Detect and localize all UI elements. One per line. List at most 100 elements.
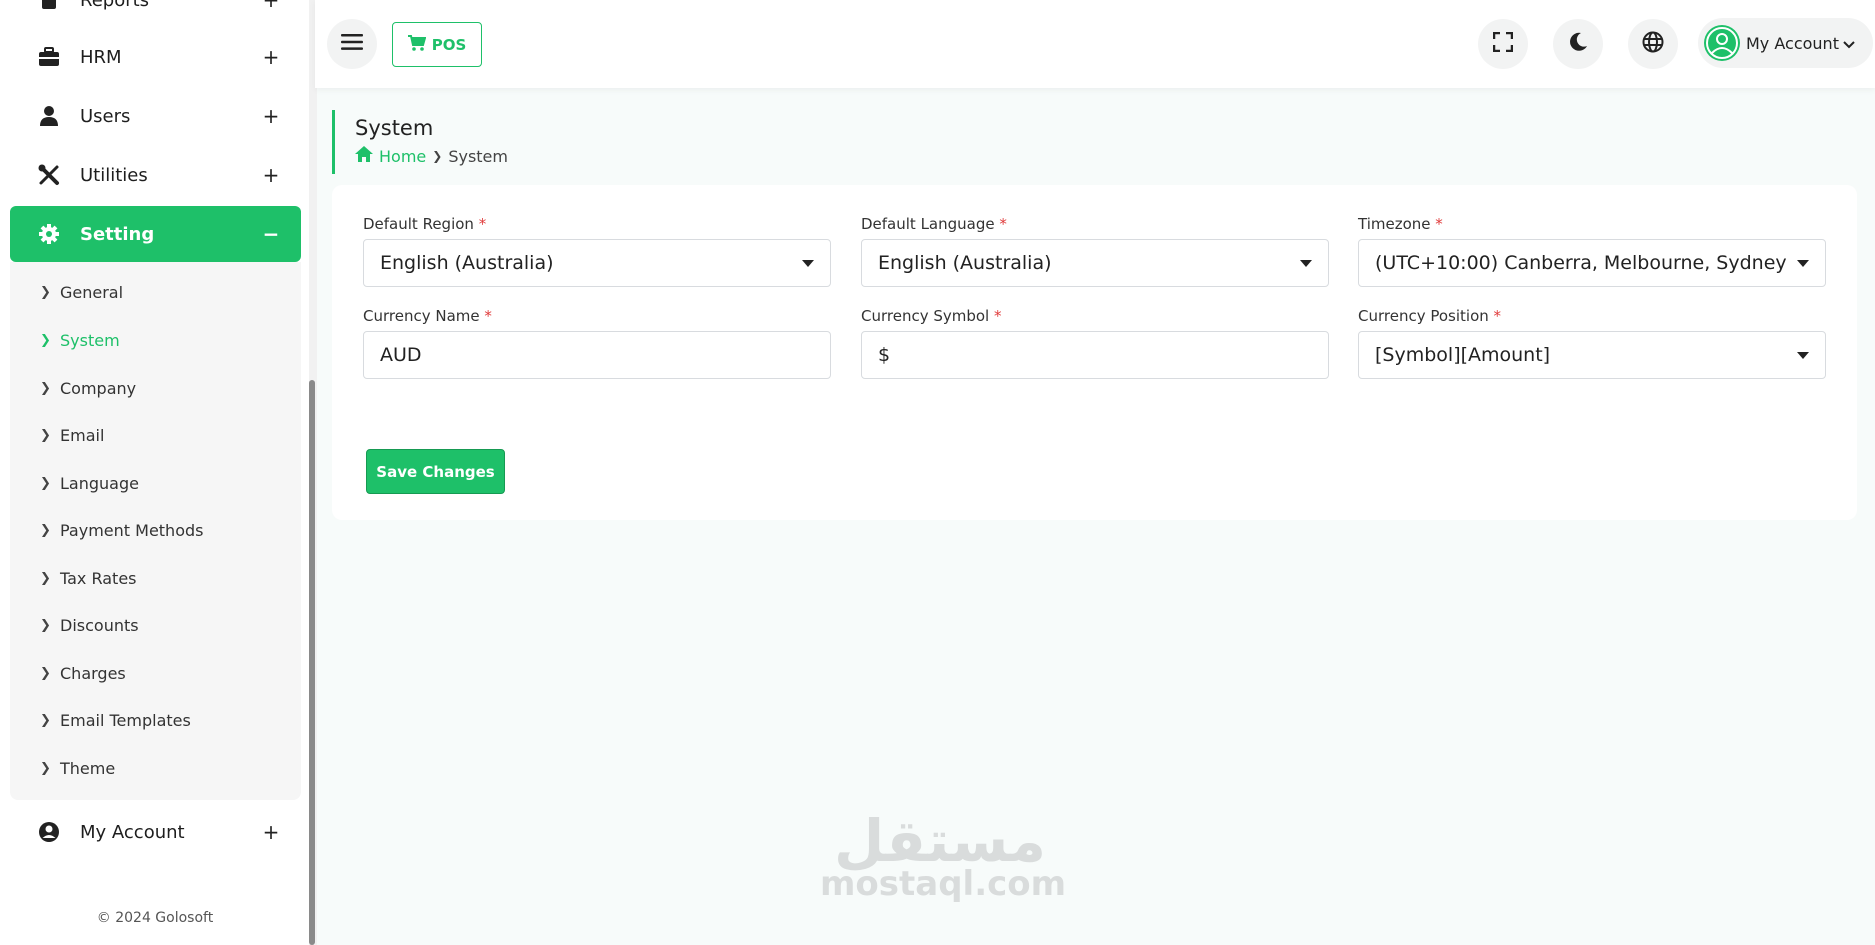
breadcrumb-home-link[interactable]: Home <box>355 146 426 166</box>
user-circle-icon <box>38 821 60 843</box>
submenu-item-general[interactable]: ❯ General <box>40 277 123 307</box>
sidebar-item-users[interactable]: Users + <box>10 88 301 144</box>
currency-name-field: Currency Name * <box>363 307 831 379</box>
currency-name-input[interactable] <box>380 344 814 366</box>
watermark: مستقل mostaql.com <box>820 807 1066 902</box>
sidebar: Reports + HRM + Users + Utilities + Sett… <box>0 0 310 945</box>
chevron-right-icon: ❯ <box>40 475 51 491</box>
page-title: System <box>355 116 434 140</box>
expand-icon[interactable]: + <box>261 163 281 187</box>
pos-label: POS <box>431 35 467 54</box>
system-settings-card: Default Region * English (Australia) Def… <box>332 185 1857 520</box>
fullscreen-icon <box>1492 31 1514 56</box>
required-mark: * <box>484 307 492 325</box>
account-label: My Account <box>1746 33 1839 53</box>
sidebar-item-hrm[interactable]: HRM + <box>10 29 301 85</box>
required-mark: * <box>1435 215 1443 233</box>
chevron-down-icon <box>1843 34 1855 53</box>
currency-position-field: Currency Position * [Symbol][Amount] <box>1358 307 1826 379</box>
cart-icon <box>407 34 427 55</box>
expand-icon[interactable]: + <box>261 45 281 69</box>
chevron-right-icon: ❯ <box>40 665 51 681</box>
timezone-field: Timezone * (UTC+10:00) Canberra, Melbour… <box>1358 215 1826 287</box>
chevron-right-icon: ❯ <box>40 380 51 396</box>
chevron-right-icon: ❯ <box>40 760 51 776</box>
field-label: Default Language * <box>861 215 1007 233</box>
sidebar-item-label: HRM <box>80 46 122 68</box>
caret-down-icon <box>1300 260 1312 267</box>
field-label: Currency Symbol * <box>861 307 1002 325</box>
globe-icon <box>1642 31 1664 57</box>
sidebar-scrollbar[interactable] <box>309 0 317 945</box>
submenu-item-discounts[interactable]: ❯ Discounts <box>40 610 139 640</box>
default-region-field: Default Region * English (Australia) <box>363 215 831 287</box>
timezone-select[interactable]: (UTC+10:00) Canberra, Melbourne, Sydney <box>1358 239 1826 287</box>
required-mark: * <box>994 307 1002 325</box>
home-icon <box>355 146 373 166</box>
expand-icon[interactable]: + <box>261 820 281 844</box>
currency-name-input-wrapper <box>363 331 831 379</box>
report-icon <box>38 0 60 11</box>
expand-icon[interactable]: + <box>261 0 281 12</box>
sidebar-item-my-account[interactable]: My Account + <box>10 804 301 860</box>
fullscreen-button[interactable] <box>1478 19 1528 69</box>
field-label: Currency Position * <box>1358 307 1502 325</box>
submenu-item-email[interactable]: ❯ Email <box>40 420 104 450</box>
moon-icon <box>1568 32 1588 56</box>
watermark-arabic: مستقل <box>833 807 1047 875</box>
dark-mode-button[interactable] <box>1553 19 1603 69</box>
chevron-right-icon: ❯ <box>40 617 51 633</box>
submenu-item-charges[interactable]: ❯ Charges <box>40 658 126 688</box>
currency-symbol-input[interactable] <box>878 344 1312 366</box>
sidebar-item-utilities[interactable]: Utilities + <box>10 147 301 203</box>
submenu-item-language[interactable]: ❯ Language <box>40 468 139 498</box>
account-menu-button[interactable]: My Account <box>1698 18 1873 68</box>
save-changes-button[interactable]: Save Changes <box>366 449 505 494</box>
menu-toggle-button[interactable] <box>327 19 377 69</box>
submenu-item-tax-rates[interactable]: ❯ Tax Rates <box>40 563 137 593</box>
sidebar-item-label: Utilities <box>80 164 148 186</box>
currency-symbol-input-wrapper <box>861 331 1329 379</box>
sidebar-item-label: My Account <box>80 821 185 843</box>
expand-icon[interactable]: + <box>261 104 281 128</box>
collapse-icon[interactable]: − <box>261 222 281 246</box>
breadcrumb-current: System <box>448 146 508 166</box>
scrollbar-thumb[interactable] <box>309 380 315 945</box>
gear-icon <box>38 223 60 245</box>
user-icon <box>38 105 60 127</box>
currency-position-select[interactable]: [Symbol][Amount] <box>1358 331 1826 379</box>
setting-submenu: ❯ General ❯ System ❯ Company ❯ Email ❯ Langua… <box>10 262 301 800</box>
default-region-select[interactable]: English (Australia) <box>363 239 831 287</box>
required-mark: * <box>999 215 1007 233</box>
sidebar-item-label: Users <box>80 105 131 127</box>
sidebar-item-reports[interactable]: Reports + <box>10 0 301 28</box>
field-label: Timezone * <box>1358 215 1443 233</box>
chevron-right-icon: ❯ <box>40 522 51 538</box>
chevron-right-icon: ❯ <box>40 570 51 586</box>
submenu-item-system[interactable]: ❯ System <box>40 325 120 355</box>
submenu-item-company[interactable]: ❯ Company <box>40 373 136 403</box>
submenu-item-theme[interactable]: ❯ Theme <box>40 753 115 783</box>
chevron-right-icon: ❯ <box>432 149 443 163</box>
sidebar-item-label: Setting <box>80 223 155 245</box>
submenu-item-email-templates[interactable]: ❯ Email Templates <box>40 705 191 735</box>
sidebar-item-label: Reports <box>80 0 150 11</box>
caret-down-icon <box>1797 260 1809 267</box>
default-language-select[interactable]: English (Australia) <box>861 239 1329 287</box>
language-button[interactable] <box>1628 19 1678 69</box>
chevron-right-icon: ❯ <box>40 712 51 728</box>
sidebar-item-setting[interactable]: Setting − <box>10 206 301 262</box>
breadcrumb: Home ❯ System <box>355 146 508 166</box>
currency-symbol-field: Currency Symbol * <box>861 307 1329 379</box>
chevron-right-icon: ❯ <box>40 284 51 300</box>
default-language-field: Default Language * English (Australia) <box>861 215 1329 287</box>
caret-down-icon <box>1797 352 1809 359</box>
top-header: POS My Account <box>315 0 1875 88</box>
submenu-item-payment-methods[interactable]: ❯ Payment Methods <box>40 515 203 545</box>
pos-button[interactable]: POS <box>392 22 482 67</box>
page-header: System Home ❯ System <box>332 110 508 174</box>
briefcase-icon <box>38 46 60 68</box>
tools-icon <box>38 164 60 186</box>
hamburger-icon <box>341 33 363 55</box>
required-mark: * <box>1493 307 1502 325</box>
